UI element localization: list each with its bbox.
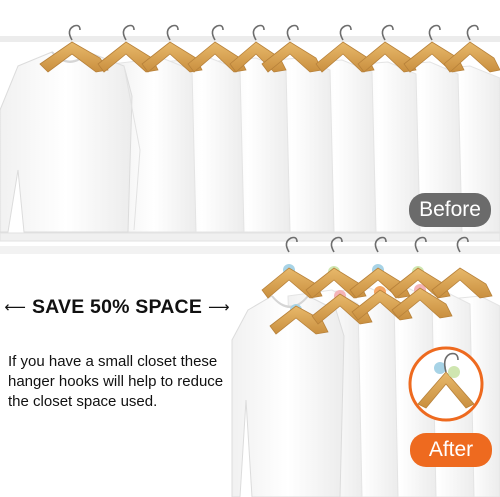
hook-detail-inset bbox=[408, 346, 484, 422]
after-badge: After bbox=[410, 433, 492, 467]
description-text: If you have a small closet these hanger … bbox=[8, 353, 224, 410]
closet-rod-after bbox=[0, 246, 500, 254]
before-badge: Before bbox=[409, 193, 491, 227]
closet-rod-top bbox=[0, 36, 500, 42]
closet-photo bbox=[0, 24, 500, 497]
right-arrow-icon: ⟶ bbox=[208, 298, 230, 316]
left-arrow-icon: ⟵ bbox=[4, 298, 26, 316]
headline-text: SAVE 50% SPACE bbox=[31, 295, 203, 318]
headline: ⟵ SAVE 50% SPACE ⟶ bbox=[4, 292, 230, 322]
